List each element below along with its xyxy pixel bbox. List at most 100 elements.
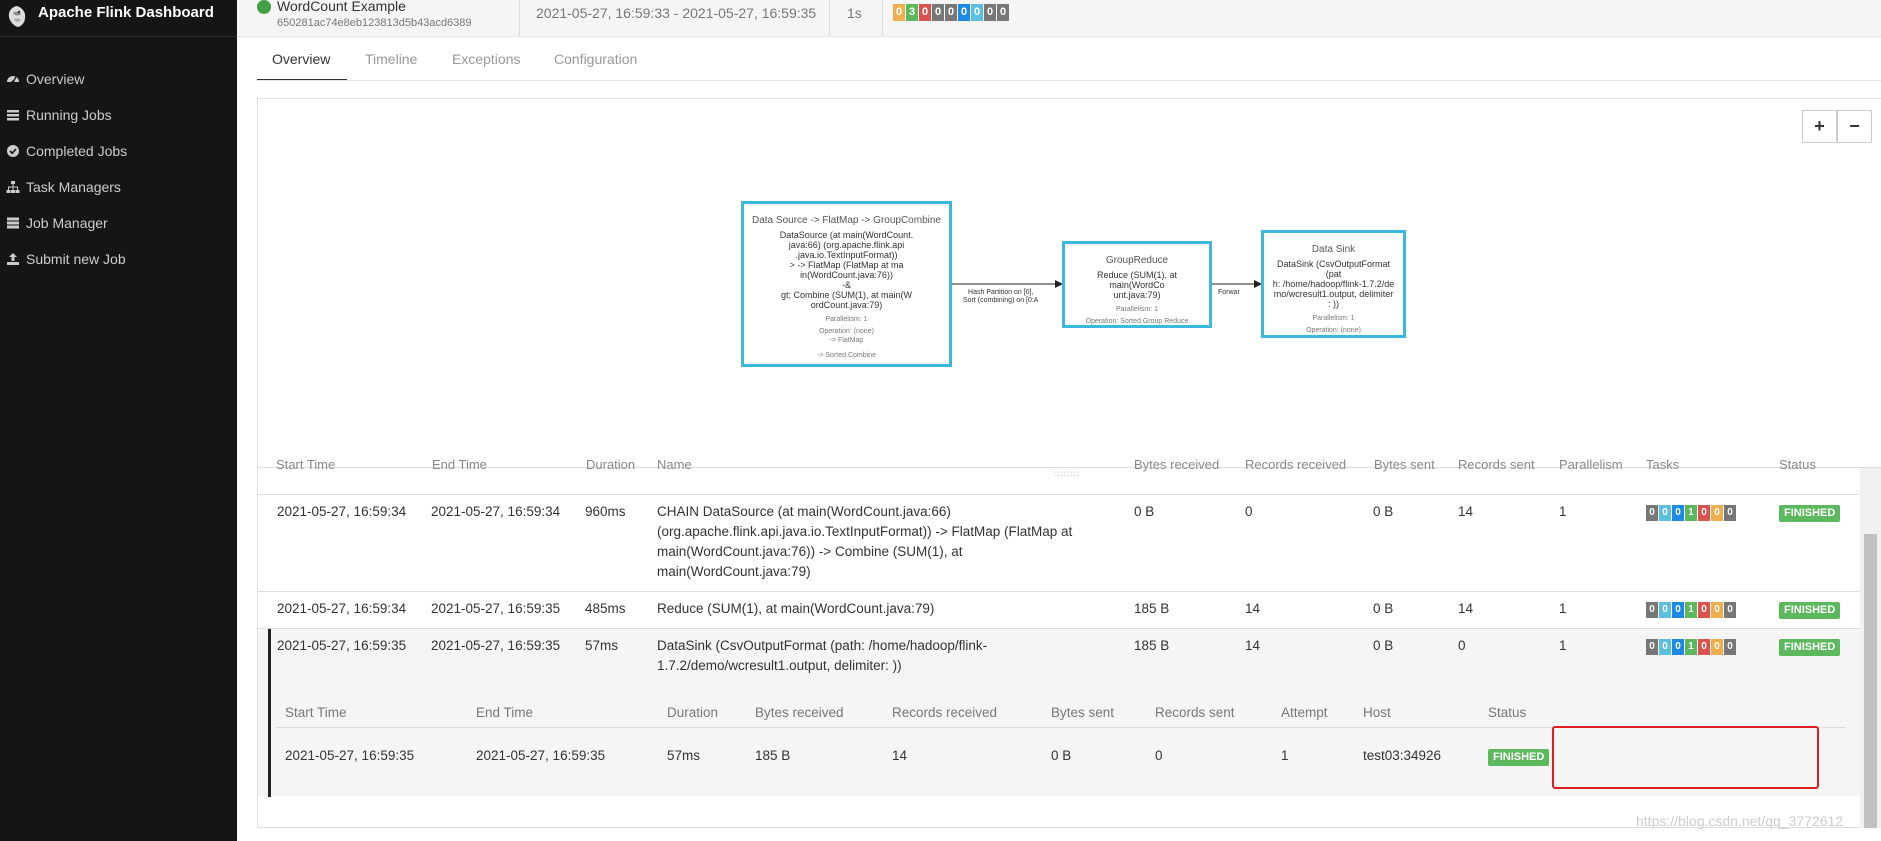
column-header[interactable]: Parallelism xyxy=(1559,457,1623,472)
subtask-status-badge: FINISHED xyxy=(1488,749,1550,766)
subtask-header: Status xyxy=(1488,705,1527,720)
node-operation: Operation: (none) xyxy=(1306,327,1361,334)
job-header: WordCount Example 650281ac74e8eb123813d5… xyxy=(237,0,1881,37)
node-op-line: -> Sorted Combine xyxy=(817,352,876,359)
tab-timeline[interactable]: Timeline xyxy=(365,51,417,87)
bytes-sent: 0 B xyxy=(1373,601,1394,616)
divider xyxy=(519,0,520,37)
column-header[interactable]: Bytes received xyxy=(1134,457,1219,472)
sidebar-item-running-jobs[interactable]: Running Jobs xyxy=(0,100,237,130)
task-count-badge: 0 xyxy=(1698,639,1710,655)
count-badge: 0 xyxy=(984,4,996,21)
task-count-badge: 0 xyxy=(1672,639,1684,655)
duration: 57ms xyxy=(585,638,619,653)
server-icon xyxy=(6,216,20,230)
subtask-header: Attempt xyxy=(1281,705,1328,720)
bytes-received: 0 B xyxy=(1134,504,1155,519)
job-name: WordCount Example xyxy=(277,0,406,14)
column-header[interactable]: Start Time xyxy=(276,457,335,472)
scrollbar-thumb[interactable] xyxy=(1864,534,1877,828)
table-row[interactable]: 2021-05-27, 16:59:34 2021-05-27, 16:59:3… xyxy=(258,494,1861,591)
sidebar-item-label: Completed Jobs xyxy=(26,143,128,159)
start-time: 2021-05-27, 16:59:35 xyxy=(277,638,407,653)
vertex-name: CHAIN DataSource (at main(WordCount.java… xyxy=(657,502,1097,582)
node-parallelism: Parallelism: 1 xyxy=(825,316,868,323)
node-op-line: Operation: (none) xyxy=(819,328,874,335)
name-line: main(WordCount.java:76)) -> Combine (SUM… xyxy=(657,544,963,559)
task-badges: 0001000 xyxy=(1646,639,1737,655)
column-header[interactable]: End Time xyxy=(432,457,487,472)
records-received: 14 xyxy=(1245,638,1261,653)
name-line: CHAIN DataSource (at main(WordCount.java… xyxy=(657,504,951,519)
records-sent: 14 xyxy=(1458,601,1474,616)
task-count-badge: 0 xyxy=(1646,505,1658,521)
start-time: 2021-05-27, 16:59:34 xyxy=(277,601,407,616)
bytes-received: 185 B xyxy=(1134,601,1170,616)
task-count-badge: 0 xyxy=(1659,602,1671,618)
table-row[interactable]: 2021-05-27, 16:59:34 2021-05-27, 16:59:3… xyxy=(258,591,1861,628)
column-header[interactable]: Tasks xyxy=(1646,457,1679,472)
column-header[interactable]: Records received xyxy=(1245,457,1346,472)
count-badge: 3 xyxy=(906,4,918,21)
graph-node[interactable]: GroupReduce Reduce (SUM(1), at main(Word… xyxy=(1062,241,1212,328)
node-desc-line: : )) xyxy=(1328,299,1339,309)
subtask-end-time: 2021-05-27, 16:59:35 xyxy=(476,748,606,763)
sidebar-item-job-manager[interactable]: Job Manager xyxy=(0,208,237,238)
subtask-header: End Time xyxy=(476,705,534,720)
column-header[interactable]: Name xyxy=(657,457,692,472)
job-id: 650281ac74e8eb123813d5b43acd6389 xyxy=(277,17,472,29)
tabs-underline xyxy=(257,80,1881,81)
status-badge: FINISHED xyxy=(1779,602,1841,619)
check-circle-icon xyxy=(6,144,20,158)
name-line: main(WordCount.java:79) xyxy=(657,564,811,579)
task-badges: 0001000 xyxy=(1646,602,1737,618)
task-count-badge: 0 xyxy=(1711,602,1723,618)
tab-exceptions[interactable]: Exceptions xyxy=(452,51,520,87)
records-received: 0 xyxy=(1245,504,1253,519)
duration: 485ms xyxy=(585,601,626,616)
node-title: GroupReduce xyxy=(1105,255,1169,266)
dashboard-icon xyxy=(6,72,20,86)
node-op-line: -> FlatMap xyxy=(829,337,864,344)
node-desc-line: -& xyxy=(842,280,851,290)
job-graph[interactable]: + − Data Source -> FlatMap -> GroupCombi… xyxy=(257,98,1881,468)
status-badge: FINISHED xyxy=(1779,639,1841,656)
bytes-received: 185 B xyxy=(1134,638,1170,653)
end-time: 2021-05-27, 16:59:35 xyxy=(431,601,561,616)
name-line: 1.7.2/demo/wcresult1.output, delimiter: … xyxy=(657,658,902,673)
column-header[interactable]: Duration xyxy=(586,457,635,472)
vertex-name: Reduce (SUM(1), at main(WordCount.java:7… xyxy=(657,599,1097,619)
sidebar-item-submit-new-job[interactable]: Submit new Job xyxy=(0,244,237,274)
column-header[interactable]: Records sent xyxy=(1458,457,1535,472)
node-desc-line: mo/wcresult1.output, delimiter xyxy=(1273,289,1394,299)
task-count-badge: 0 xyxy=(1672,602,1684,618)
count-badge: 0 xyxy=(932,4,944,21)
sidebar-item-task-managers[interactable]: Task Managers xyxy=(0,172,237,202)
task-count-badge: 0 xyxy=(1724,602,1736,618)
graph-node[interactable]: Data Source -> FlatMap -> GroupCombine D… xyxy=(741,201,952,367)
node-description: DataSink (CsvOutputFormat (pat h: /home/… xyxy=(1264,259,1403,309)
node-parallelism: Parallelism: 1 xyxy=(1312,315,1355,322)
node-desc-line: DataSink (CsvOutputFormat (pat xyxy=(1276,259,1391,279)
end-time: 2021-05-27, 16:59:35 xyxy=(431,638,561,653)
upload-icon xyxy=(6,252,20,266)
node-desc-line: h: /home/hadoop/flink-1.7.2/de xyxy=(1272,279,1395,289)
flink-logo-icon xyxy=(5,4,29,30)
sidebar-item-overview[interactable]: Overview xyxy=(0,64,237,94)
records-sent: 0 xyxy=(1458,638,1466,653)
tab-overview[interactable]: Overview xyxy=(257,51,347,81)
node-title: Data Sink xyxy=(1311,244,1356,255)
bytes-sent: 0 B xyxy=(1373,638,1394,653)
subtask-start-time: 2021-05-27, 16:59:35 xyxy=(285,748,415,763)
tab-configuration[interactable]: Configuration xyxy=(554,51,637,87)
sidebar-item-label: Job Manager xyxy=(26,215,108,231)
sidebar-item-label: Overview xyxy=(26,71,85,87)
graph-node[interactable]: Data Sink DataSink (CsvOutputFormat (pat… xyxy=(1261,230,1406,338)
node-desc-line: DataSource (at main(WordCount. xyxy=(779,230,914,240)
node-description: Reduce (SUM(1), at main(WordCo unt.java:… xyxy=(1065,270,1209,300)
sidebar-item-completed-jobs[interactable]: Completed Jobs xyxy=(0,136,237,166)
column-header[interactable]: Bytes sent xyxy=(1374,457,1435,472)
brand-header[interactable]: Apache Flink Dashboard xyxy=(0,0,237,37)
subtask-header: Records sent xyxy=(1155,705,1235,720)
column-header[interactable]: Status xyxy=(1779,457,1816,472)
